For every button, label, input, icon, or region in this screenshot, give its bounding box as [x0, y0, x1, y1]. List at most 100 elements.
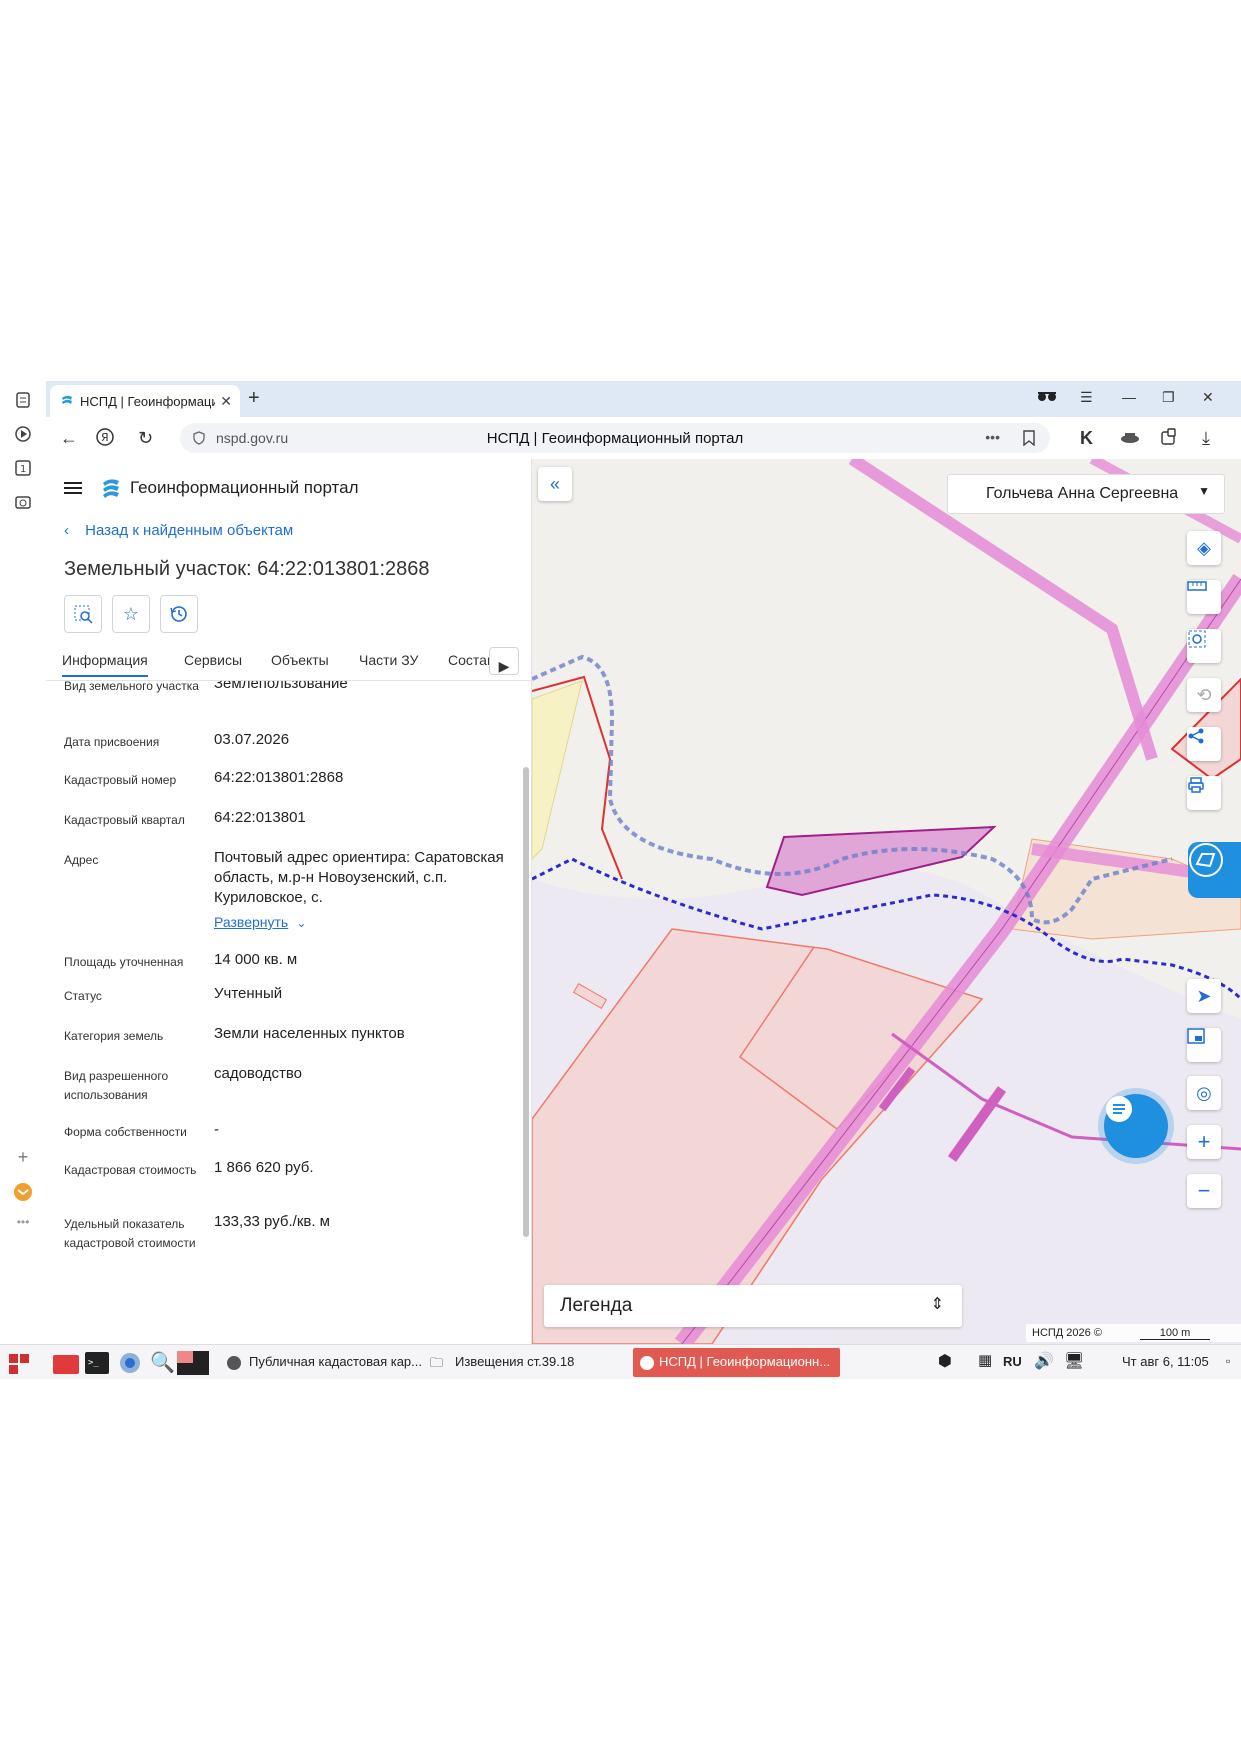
extension-k-icon[interactable]: K: [1080, 428, 1093, 449]
legend-panel[interactable]: Легенда ⇕: [544, 1285, 962, 1327]
info-label: Вид земельного участка: [64, 681, 199, 693]
my-location-button[interactable]: ➤: [1187, 979, 1221, 1013]
yandex-browser-icon: [640, 1356, 654, 1370]
back-arrow-icon[interactable]: ←: [60, 428, 78, 449]
tab-close-icon[interactable]: ✕: [220, 393, 232, 410]
chat-button[interactable]: [1104, 1094, 1168, 1158]
back-to-results-link[interactable]: ‹ Назад к найденным объектам: [64, 522, 293, 539]
search-icon[interactable]: 🔍: [150, 1350, 175, 1375]
minimize-icon[interactable]: —: [1122, 389, 1136, 405]
caret-down-icon: ▼: [1198, 484, 1210, 498]
info-label: Удельный показатель кадастровой стоимост…: [64, 1217, 196, 1250]
minimap-button[interactable]: [1187, 1028, 1221, 1062]
assistant-widget-button[interactable]: [1188, 842, 1241, 898]
add-panel-icon[interactable]: +: [12, 1146, 34, 1168]
chat-icon: [1106, 1096, 1132, 1122]
tab-bar: НСПД | Геоинформаци ✕ + ☰ — ❐ ✕: [46, 381, 1241, 417]
language-indicator[interactable]: RU: [1003, 1354, 1022, 1369]
tab-objects[interactable]: Объекты: [271, 652, 329, 668]
copyright-text: НСПД 2026 ©: [1032, 1327, 1102, 1339]
area-search-button[interactable]: [1187, 629, 1221, 663]
reload-icon[interactable]: ↻: [138, 428, 153, 449]
volume-icon[interactable]: 🔊: [1034, 1351, 1054, 1371]
info-value: 133,33 руб./кв. м: [214, 1213, 330, 1230]
yandex-icon[interactable]: Я: [96, 428, 114, 451]
map-canvas[interactable]: [532, 459, 1241, 1344]
start-menu-icon[interactable]: [8, 1353, 30, 1375]
print-button[interactable]: [1187, 776, 1221, 810]
bookmark-icon[interactable]: [1022, 430, 1036, 446]
select-on-map-button[interactable]: [64, 595, 102, 633]
mail-icon[interactable]: [12, 1181, 34, 1203]
info-label: Дата присвоения: [64, 735, 160, 749]
location-search-icon: ◎: [1196, 1082, 1212, 1103]
search-location-button[interactable]: ◎: [1187, 1076, 1221, 1110]
download-icon[interactable]: ⤓: [1202, 428, 1210, 449]
browser-tab[interactable]: НСПД | Геоинформаци ✕: [50, 385, 240, 417]
restore-icon[interactable]: ❐: [1162, 389, 1175, 406]
more-dots-icon[interactable]: •••: [12, 1211, 34, 1233]
zoom-in-button[interactable]: +: [1187, 1125, 1221, 1159]
panel-scrollbar[interactable]: [523, 767, 529, 1237]
zoom-out-button[interactable]: −: [1187, 1174, 1221, 1208]
taskbar-item-active[interactable]: НСПД | Геоинформационн...: [633, 1348, 840, 1377]
network-icon[interactable]: 🖥: [1064, 1351, 1084, 1371]
info-value: -: [214, 1121, 219, 1138]
expand-address-link[interactable]: Развернуть: [214, 914, 288, 930]
history-button[interactable]: [160, 595, 198, 633]
close-window-icon[interactable]: ✕: [1202, 389, 1214, 406]
legend-label: Легенда: [560, 1295, 633, 1316]
file-manager-icon[interactable]: [52, 1351, 80, 1375]
extensions-puzzle-icon[interactable]: [1160, 428, 1178, 451]
collections-icon[interactable]: [12, 389, 34, 411]
favorite-button[interactable]: ☆: [112, 595, 150, 633]
chevron-left-icon: ‹: [64, 522, 69, 539]
taskbar-item-cadastral[interactable]: Публичная кадастовая кар...: [249, 1354, 422, 1369]
history-map-button[interactable]: ⟲: [1187, 678, 1221, 712]
tab-information[interactable]: Информация: [62, 652, 148, 677]
screenshot-icon[interactable]: [12, 491, 34, 513]
extension-hat-icon[interactable]: [1120, 428, 1140, 449]
terminal-icon[interactable]: >_: [84, 1351, 110, 1375]
info-value: садоводство: [214, 1065, 303, 1082]
user-menu[interactable]: Гольчева Анна Сергеевна ▼: [947, 474, 1225, 514]
new-tab-button[interactable]: +: [248, 387, 260, 410]
tab-services[interactable]: Сервисы: [184, 652, 242, 668]
portal-title: Геоинформационный портал: [130, 478, 359, 497]
hardware-icon[interactable]: ▦: [978, 1351, 992, 1369]
measure-button[interactable]: [1187, 580, 1221, 614]
taskbar: >_ 🔍 Публичная кадастовая кар... 🗀 Извещ…: [0, 1344, 1241, 1379]
clock[interactable]: Чт авг 6, 11:05: [1122, 1354, 1209, 1369]
incognito-icon[interactable]: [1036, 389, 1058, 406]
info-value: Почтовый адрес ориентира: Саратовская об…: [214, 848, 504, 933]
map-view[interactable]: « Гольчева Анна Сергеевна ▼ ◈ ⟲ ➤ ◎ + − …: [532, 459, 1241, 1344]
info-label: Вид разрешенного использования: [64, 1069, 169, 1102]
svg-text:1: 1: [20, 464, 26, 475]
taskbar-item-notices[interactable]: Извещения ст.39.18: [455, 1354, 574, 1369]
object-title: Земельный участок: 64:22:013801:2868: [64, 558, 430, 580]
folder-icon: 🗀: [430, 1355, 444, 1370]
area-search-icon: [1188, 630, 1206, 648]
package-icon[interactable]: ⬢: [938, 1351, 952, 1371]
double-chevron-left-icon: «: [549, 473, 560, 494]
chevron-down-icon: ⌄: [296, 916, 307, 930]
layers-icon: ◈: [1197, 537, 1211, 558]
show-desktop-icon[interactable]: ▫: [1226, 1354, 1230, 1368]
address-bar: ← Я ↻ nspd.gov.ru НСПД | Геоинформационн…: [46, 417, 1241, 460]
layers-button[interactable]: ◈: [1187, 531, 1221, 565]
share-button[interactable]: [1187, 727, 1221, 761]
info-label: Статус: [64, 989, 102, 1003]
play-icon[interactable]: [12, 423, 34, 445]
window-switcher-icon[interactable]: [176, 1350, 210, 1376]
hamburger-menu-icon[interactable]: [64, 480, 84, 496]
menu-icon[interactable]: ☰: [1080, 389, 1093, 406]
info-label: Кадастровый номер: [64, 773, 177, 787]
collapse-panel-button[interactable]: «: [538, 467, 572, 501]
tab-counter-icon[interactable]: 1: [12, 457, 34, 479]
tab-parts[interactable]: Части ЗУ: [359, 652, 418, 668]
url-field[interactable]: nspd.gov.ru НСПД | Геоинформационный пор…: [180, 423, 1050, 453]
browser-app-icon[interactable]: [118, 1351, 142, 1375]
tab-composition[interactable]: Состав: [448, 652, 494, 668]
tabs-scroll-right-button[interactable]: ▶: [489, 647, 519, 675]
more-dots-icon[interactable]: •••: [985, 429, 1000, 445]
